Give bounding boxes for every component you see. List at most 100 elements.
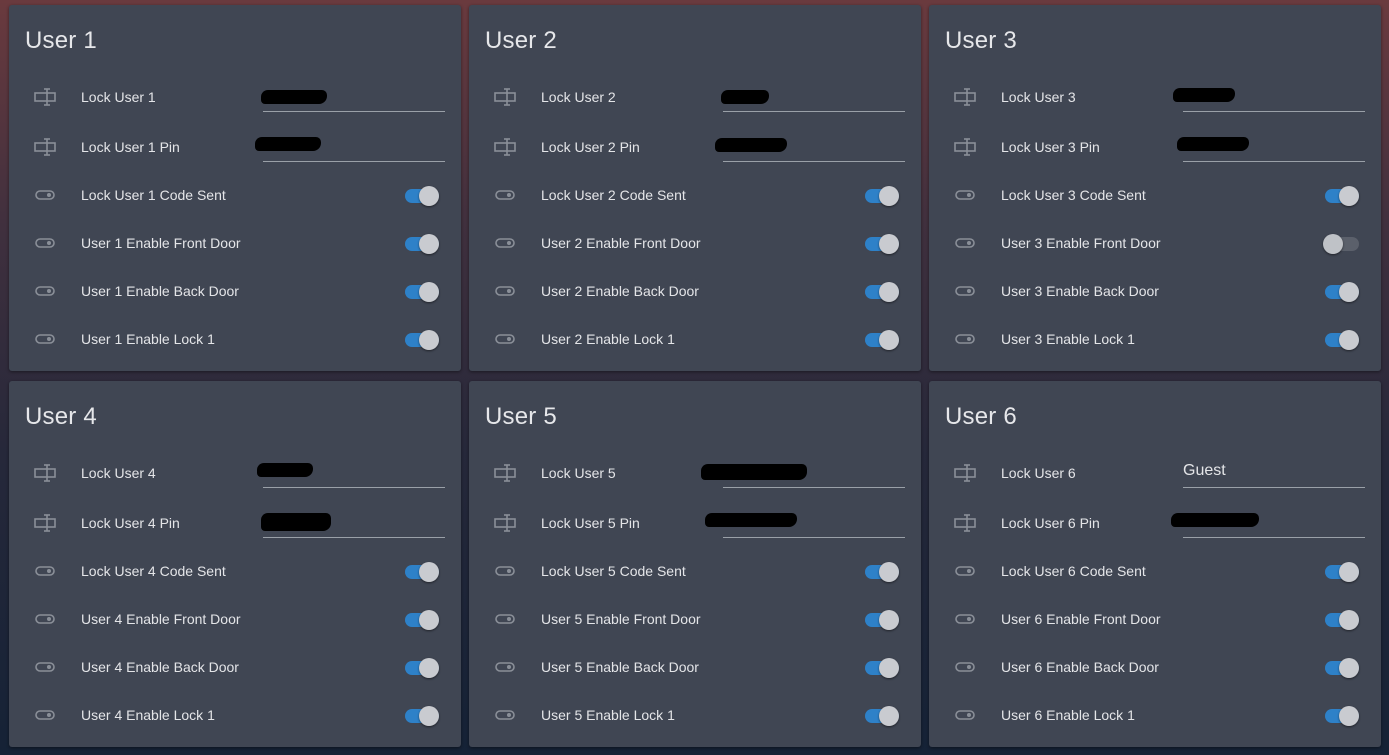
- form-textbox-icon: [34, 138, 56, 156]
- redaction-mark: [1177, 137, 1249, 151]
- toggle-thumb: [1339, 706, 1359, 726]
- user-card-1: User 1 Lock User 1 Lock User 1 Pin Lock …: [9, 5, 461, 371]
- code-sent-toggle[interactable]: [863, 185, 901, 207]
- card-title: User 1: [25, 27, 97, 54]
- back-door-row: User 1 Enable Back Door: [9, 269, 461, 313]
- toggle-switch-icon: [955, 566, 975, 576]
- toggle-thumb: [1339, 610, 1359, 630]
- back-door-label: User 1 Enable Back Door: [81, 283, 239, 299]
- back-door-row: User 3 Enable Back Door: [929, 269, 1381, 313]
- card-title: User 4: [25, 403, 97, 430]
- lock1-label: User 5 Enable Lock 1: [541, 707, 675, 723]
- lock-pin-label: Lock User 6 Pin: [1001, 515, 1100, 531]
- lock1-toggle[interactable]: [403, 705, 441, 727]
- toggle-thumb: [1339, 658, 1359, 678]
- code-sent-label: Lock User 4 Code Sent: [81, 563, 226, 579]
- back-door-label: User 6 Enable Back Door: [1001, 659, 1159, 675]
- code-sent-toggle[interactable]: [1323, 185, 1361, 207]
- lock-pin-field[interactable]: [261, 505, 445, 539]
- lock-user-label: Lock User 1: [81, 89, 156, 105]
- toggle-thumb: [879, 234, 899, 254]
- lock-user-field[interactable]: [257, 455, 445, 489]
- back-door-row: User 4 Enable Back Door: [9, 645, 461, 689]
- lock-user-input[interactable]: [1183, 455, 1365, 488]
- toggle-switch-icon: [35, 334, 55, 344]
- toggle-switch-icon: [35, 662, 55, 672]
- back-door-row: User 6 Enable Back Door: [929, 645, 1381, 689]
- code-sent-row: Lock User 6 Code Sent: [929, 549, 1381, 593]
- lock1-row: User 4 Enable Lock 1: [9, 693, 461, 737]
- lock-pin-row: Lock User 3 Pin: [929, 125, 1381, 169]
- lock1-toggle[interactable]: [403, 329, 441, 351]
- lock-user-field[interactable]: [1173, 79, 1365, 113]
- lock-pin-field[interactable]: [1177, 129, 1365, 163]
- lock-pin-label: Lock User 4 Pin: [81, 515, 180, 531]
- lock-user-field[interactable]: [701, 455, 905, 489]
- back-door-toggle[interactable]: [863, 281, 901, 303]
- back-door-label: User 5 Enable Back Door: [541, 659, 699, 675]
- front-door-toggle[interactable]: [1323, 609, 1361, 631]
- front-door-label: User 5 Enable Front Door: [541, 611, 701, 627]
- form-textbox-icon: [34, 464, 56, 482]
- back-door-toggle[interactable]: [403, 281, 441, 303]
- code-sent-row: Lock User 5 Code Sent: [469, 549, 921, 593]
- lock-user-row: Lock User 5: [469, 451, 921, 495]
- redaction-mark: [255, 137, 321, 151]
- lock-pin-field[interactable]: [715, 129, 905, 163]
- lock-user-field[interactable]: [721, 79, 905, 113]
- toggle-switch-icon: [35, 190, 55, 200]
- front-door-toggle[interactable]: [403, 609, 441, 631]
- code-sent-toggle[interactable]: [1323, 561, 1361, 583]
- lock1-row: User 3 Enable Lock 1: [929, 317, 1381, 361]
- toggle-thumb: [419, 330, 439, 350]
- toggle-thumb: [419, 562, 439, 582]
- code-sent-toggle[interactable]: [403, 561, 441, 583]
- toggle-thumb: [419, 186, 439, 206]
- lock1-row: User 2 Enable Lock 1: [469, 317, 921, 361]
- toggle-switch-icon: [955, 238, 975, 248]
- lock-user-field[interactable]: [1183, 455, 1365, 489]
- redaction-mark: [1173, 88, 1235, 102]
- front-door-toggle[interactable]: [1323, 233, 1361, 255]
- form-textbox-icon: [494, 138, 516, 156]
- back-door-toggle[interactable]: [863, 657, 901, 679]
- lock-user-label: Lock User 4: [81, 465, 156, 481]
- lock-user-label: Lock User 5: [541, 465, 616, 481]
- card-title: User 5: [485, 403, 557, 430]
- lock-user-field[interactable]: [261, 79, 445, 113]
- lock-pin-field[interactable]: [705, 505, 905, 539]
- toggle-switch-icon: [955, 614, 975, 624]
- lock-pin-field[interactable]: [255, 129, 445, 163]
- front-door-toggle[interactable]: [863, 609, 901, 631]
- front-door-label: User 1 Enable Front Door: [81, 235, 241, 251]
- toggle-switch-icon: [495, 710, 515, 720]
- code-sent-toggle[interactable]: [403, 185, 441, 207]
- lock-pin-field[interactable]: [1171, 505, 1365, 539]
- lock1-toggle[interactable]: [1323, 705, 1361, 727]
- front-door-label: User 4 Enable Front Door: [81, 611, 241, 627]
- lock1-row: User 1 Enable Lock 1: [9, 317, 461, 361]
- lock-user-row: Lock User 6: [929, 451, 1381, 495]
- form-textbox-icon: [954, 514, 976, 532]
- toggle-switch-icon: [955, 190, 975, 200]
- lock1-toggle[interactable]: [863, 705, 901, 727]
- back-door-toggle[interactable]: [1323, 281, 1361, 303]
- lock1-label: User 1 Enable Lock 1: [81, 331, 215, 347]
- lock-pin-label: Lock User 2 Pin: [541, 139, 640, 155]
- code-sent-toggle[interactable]: [863, 561, 901, 583]
- front-door-toggle[interactable]: [863, 233, 901, 255]
- lock1-label: User 4 Enable Lock 1: [81, 707, 215, 723]
- front-door-toggle[interactable]: [403, 233, 441, 255]
- back-door-toggle[interactable]: [1323, 657, 1361, 679]
- user-card-3: User 3 Lock User 3 Lock User 3 Pin Lock …: [929, 5, 1381, 371]
- front-door-label: User 3 Enable Front Door: [1001, 235, 1161, 251]
- back-door-toggle[interactable]: [403, 657, 441, 679]
- code-sent-label: Lock User 3 Code Sent: [1001, 187, 1146, 203]
- toggle-switch-icon: [35, 286, 55, 296]
- lock1-toggle[interactable]: [863, 329, 901, 351]
- toggle-switch-icon: [495, 566, 515, 576]
- lock1-toggle[interactable]: [1323, 329, 1361, 351]
- card-title: User 6: [945, 403, 1017, 430]
- toggle-switch-icon: [955, 710, 975, 720]
- lock1-label: User 6 Enable Lock 1: [1001, 707, 1135, 723]
